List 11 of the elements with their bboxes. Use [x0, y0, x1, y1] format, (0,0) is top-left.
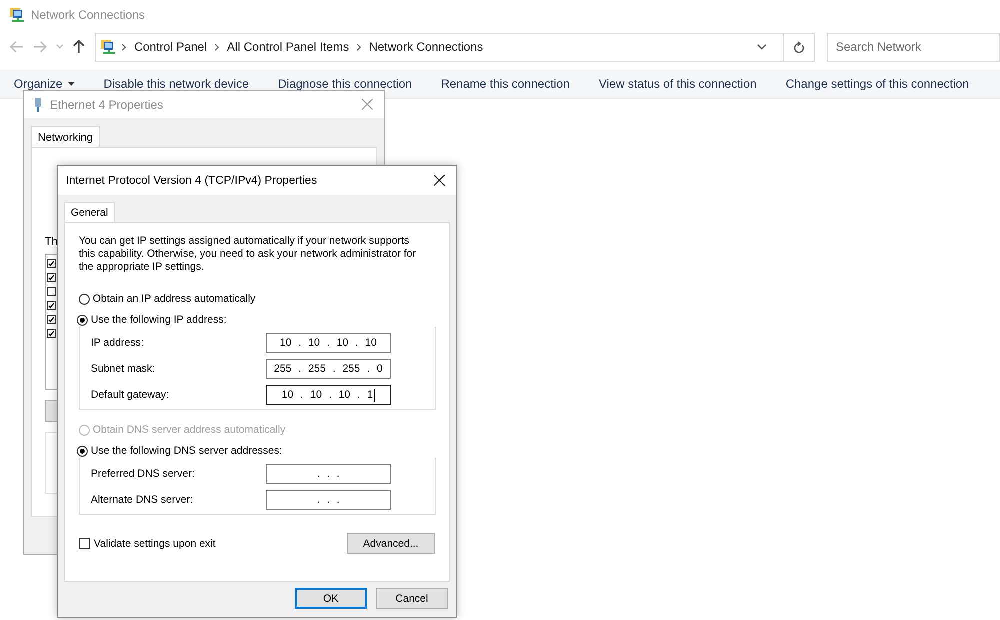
checkbox-label: Validate settings upon exit: [94, 538, 216, 550]
description-text: You can get IP settings assigned automatically if your network supports this capability. Otherwise, you need to ask your network administrator for the appropriate IP settings.: [79, 235, 417, 274]
field-label: Alternate DNS server:: [91, 494, 194, 506]
dialog-title: Internet Protocol Version 4 (TCP/IPv4) Properties: [66, 174, 318, 186]
window-title: Network Connections: [31, 8, 146, 22]
dialog-title: Ethernet 4 Properties: [50, 98, 164, 112]
field-label: Default gateway:: [91, 389, 170, 401]
field-label: Preferred DNS server:: [91, 468, 195, 480]
list-label: Th: [45, 236, 58, 250]
field-label: IP address:: [91, 337, 144, 349]
field-label: Subnet mask:: [91, 363, 156, 375]
